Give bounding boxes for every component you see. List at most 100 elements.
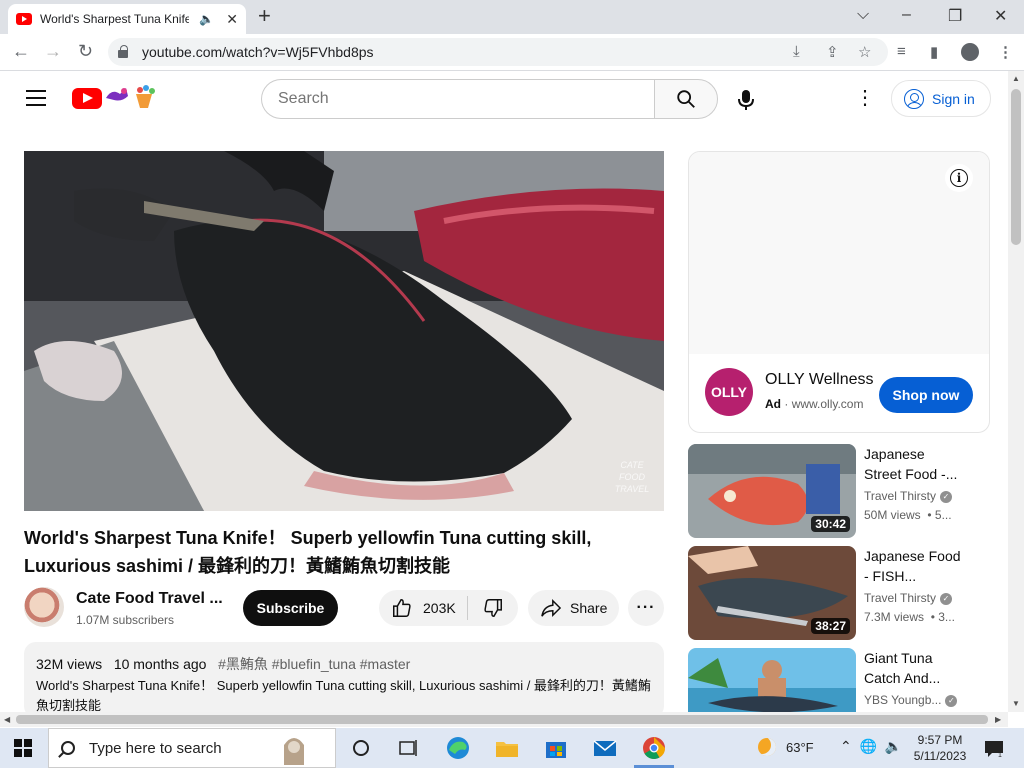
profile-avatar-icon[interactable] [961, 43, 979, 61]
edge-browser-icon[interactable] [445, 736, 471, 760]
video-duration: 38:27 [811, 618, 850, 634]
ad-card[interactable]: i OLLY OLLY Wellness Ad · www.olly.com S… [688, 151, 990, 433]
video-thumbnail[interactable]: 30:42 [688, 444, 856, 538]
verified-check-icon: ✓ [945, 694, 958, 707]
weather-widget[interactable]: 63°F [758, 738, 814, 756]
new-tab-button[interactable]: + [258, 5, 271, 27]
info-icon[interactable]: i [945, 164, 973, 192]
description-box[interactable]: 32M views 10 months ago #黑鮪魚 #bluefin_tu… [24, 642, 664, 718]
restore-button[interactable]: ❐ [948, 6, 962, 26]
bookmark-star-icon[interactable]: ☆ [858, 43, 871, 61]
like-count: 203K [423, 600, 456, 616]
lock-icon[interactable] [118, 45, 128, 58]
scroll-down-arrow-icon[interactable]: ▼ [1012, 699, 1020, 708]
cortana-icon[interactable] [348, 736, 374, 760]
youtube-logo[interactable] [72, 88, 102, 109]
recommendation-channel[interactable]: YBS Youngb... ✓ [864, 693, 958, 707]
recommendation-views: 50M views • 5... [864, 508, 952, 522]
network-globe-icon[interactable]: 🌐 [860, 738, 877, 754]
channel-name[interactable]: Cate Food Travel ... [76, 590, 223, 608]
speaker-icon[interactable]: 🔈 [199, 12, 214, 26]
file-explorer-icon[interactable] [494, 736, 520, 760]
recommendation-item[interactable]: 38:27 Japanese Food - FISH... Travel Thir… [688, 546, 990, 640]
system-tray: ⌃ 🌐 🔈 [840, 738, 902, 755]
share-button[interactable]: Share [528, 590, 619, 626]
temperature: 63°F [786, 739, 814, 755]
mail-icon[interactable] [592, 736, 618, 760]
search-button[interactable] [654, 79, 718, 119]
recommendation-title[interactable]: Japanese Food - FISH... [864, 546, 972, 586]
video-thumbnail[interactable] [688, 648, 856, 712]
vertical-scroll-thumb[interactable] [1011, 89, 1021, 245]
recommendation-title[interactable]: Giant Tuna Catch And... [864, 648, 972, 688]
ad-domain: www.olly.com [791, 397, 864, 411]
ad-meta: Ad · www.olly.com [765, 397, 864, 411]
install-app-icon[interactable]: ⤓ [793, 43, 800, 60]
address-bar[interactable]: youtube.com/watch?v=Wj5FVhbd8ps [108, 38, 888, 66]
browser-menu-icon[interactable]: ⋮ [998, 43, 1013, 61]
video-player[interactable]: CATE FOOD TRAVEL [24, 151, 664, 511]
media-control-icon[interactable]: ≡ [897, 43, 906, 60]
sign-in-button[interactable]: Sign in [891, 80, 991, 117]
browser-tab[interactable]: World's Sharpest Tuna Knife 🔈 ✕ [8, 4, 246, 34]
microphone-icon[interactable] [736, 88, 756, 112]
ad-title[interactable]: OLLY Wellness [765, 371, 875, 389]
scroll-right-arrow-icon[interactable]: ▶ [995, 715, 1001, 724]
microsoft-store-icon[interactable] [543, 736, 569, 760]
scroll-left-arrow-icon[interactable]: ◀ [4, 715, 10, 724]
search-input[interactable] [261, 79, 655, 119]
dislike-button[interactable] [468, 590, 518, 626]
minimize-button[interactable]: – [902, 6, 911, 24]
share-label: Share [570, 600, 608, 616]
recommendation-channel[interactable]: Travel Thirsty ✓ [864, 591, 953, 605]
channel-avatar[interactable] [24, 587, 64, 627]
recommendation-item[interactable]: Giant Tuna Catch And... YBS Youngb... ✓ [688, 648, 990, 712]
vertical-scrollbar[interactable]: ▲ ▼ [1008, 71, 1024, 712]
close-window-button[interactable]: ✕ [994, 6, 1007, 26]
chrome-icon[interactable] [641, 736, 667, 760]
share-arrow-icon [541, 598, 562, 618]
share-page-icon[interactable]: ⇪ [826, 43, 839, 61]
side-panel-icon[interactable]: ▮ [930, 43, 938, 61]
video-thumbnail[interactable]: 38:27 [688, 546, 856, 640]
thumbs-down-icon [484, 599, 502, 617]
system-clock[interactable]: 9:57 PM 5/11/2023 [912, 732, 968, 764]
shop-now-button[interactable]: Shop now [879, 377, 973, 413]
like-dislike-group: 203K [379, 590, 518, 626]
recommendation-item[interactable]: 30:42 Japanese Street Food -... Travel Th… [688, 444, 990, 538]
advertiser-logo[interactable]: OLLY [705, 368, 753, 416]
hashtags[interactable]: #黑鮪魚 #bluefin_tuna #master [218, 656, 410, 672]
svg-text:1: 1 [998, 752, 1002, 758]
more-actions-button[interactable]: ··· [628, 590, 664, 626]
show-hidden-icons-chevron-icon[interactable]: ⌃ [840, 738, 852, 754]
search-icon [61, 741, 75, 755]
forward-button[interactable]: → [44, 41, 62, 62]
hamburger-menu-icon[interactable] [26, 90, 46, 111]
task-view-icon[interactable] [395, 736, 421, 760]
notification-center-icon[interactable]: 1 [984, 740, 1004, 758]
verified-check-icon: ✓ [940, 592, 953, 605]
settings-menu-icon[interactable]: ⋮ [855, 88, 875, 108]
url-text[interactable]: youtube.com/watch?v=Wj5FVhbd8ps [142, 44, 374, 60]
video-title: World's Sharpest Tuna Knife！ Superb yell… [24, 528, 592, 576]
recommendation-views: 7.3M views • 3... [864, 610, 955, 624]
windows-start-icon[interactable] [14, 739, 32, 757]
volume-icon[interactable]: 🔈 [885, 738, 902, 754]
scroll-up-arrow-icon[interactable]: ▲ [1012, 74, 1020, 83]
taskbar-search-box[interactable]: Type here to search [48, 728, 336, 768]
horizontal-scrollbar[interactable]: ◀ ▶ [0, 712, 1008, 727]
recommendation-title[interactable]: Japanese Street Food -... [864, 444, 972, 484]
sign-in-label: Sign in [932, 90, 975, 107]
upload-age: 10 months ago [113, 656, 207, 672]
recommendation-channel[interactable]: Travel Thirsty ✓ [864, 489, 953, 503]
search-highlight-icon[interactable] [277, 731, 311, 767]
reload-button[interactable]: ↻ [78, 41, 93, 62]
tab-search-chevron-icon[interactable]: ⌵ [857, 6, 869, 24]
like-button[interactable]: 203K [379, 590, 467, 626]
youtube-doodle-icon[interactable] [104, 84, 158, 110]
tab-close-icon[interactable]: ✕ [226, 11, 238, 28]
tab-title: World's Sharpest Tuna Knife [40, 12, 190, 26]
subscribe-button[interactable]: Subscribe [243, 590, 338, 626]
horizontal-scroll-thumb[interactable] [16, 715, 988, 724]
back-button[interactable]: ← [12, 41, 30, 62]
